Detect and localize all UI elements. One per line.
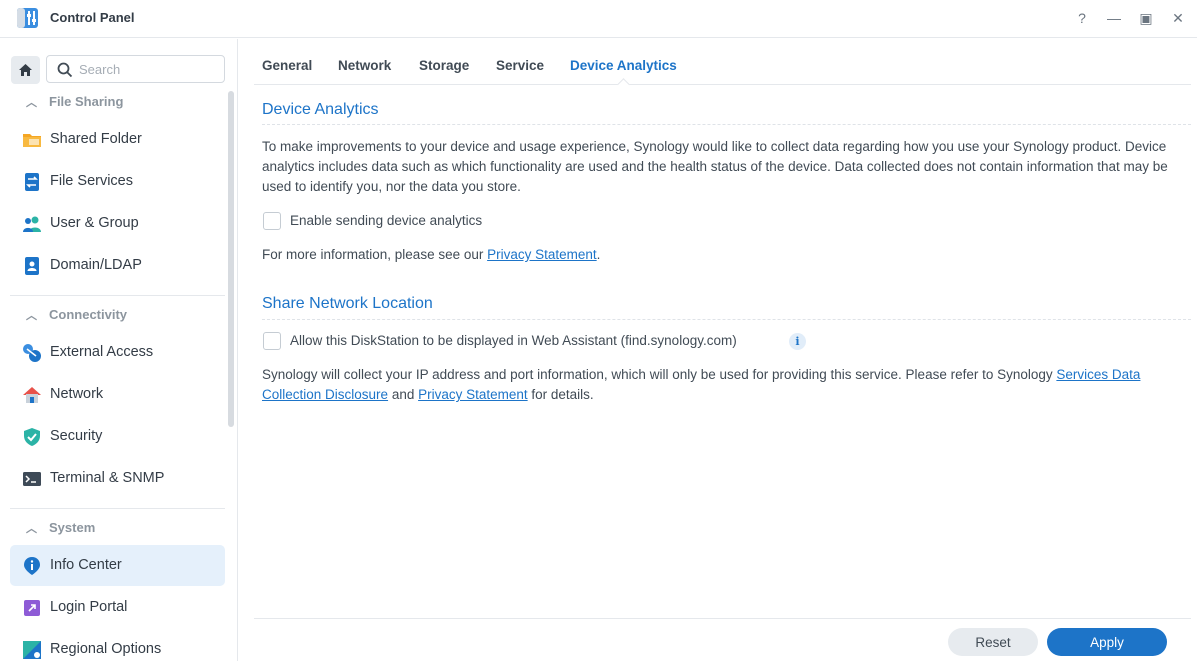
network-house-icon — [23, 387, 41, 403]
more-info-suffix: . — [596, 247, 601, 262]
info-icon[interactable]: i — [789, 333, 806, 350]
file-services-icon — [25, 173, 39, 191]
folder-icon — [23, 134, 41, 147]
sidebar-item-login-portal[interactable]: Login Portal — [10, 587, 225, 628]
tab-device-analytics[interactable]: Device Analytics — [570, 58, 677, 73]
info-center-icon — [24, 557, 40, 575]
apply-button[interactable]: Apply — [1047, 628, 1167, 656]
sidebar-item-file-services[interactable]: File Services — [10, 161, 225, 202]
regional-options-icon — [23, 641, 41, 659]
search-input[interactable] — [79, 61, 219, 78]
sidebar-item-regional-options[interactable]: Regional Options — [10, 629, 225, 661]
tab-storage[interactable]: Storage — [419, 58, 469, 73]
sidebar-item-label: Login Portal — [50, 599, 128, 615]
group-header-system[interactable]: ︿ System — [26, 520, 95, 538]
tab-general[interactable]: General — [262, 58, 312, 73]
section-title-share-network-location: Share Network Location — [262, 295, 433, 312]
section-title-device-analytics: Device Analytics — [262, 101, 379, 118]
sidebar-item-label: File Services — [50, 173, 133, 189]
chevron-up-icon: ︿ — [26, 97, 37, 109]
external-access-icon — [23, 344, 41, 362]
enable-device-analytics-label[interactable]: Enable sending device analytics — [290, 213, 482, 228]
sidebar-item-user-group[interactable]: User & Group — [10, 203, 225, 244]
group-header-file-sharing[interactable]: ︿ File Sharing — [26, 94, 123, 112]
allow-web-assistant-label[interactable]: Allow this DiskStation to be displayed i… — [290, 333, 737, 348]
sidebar-item-terminal-snmp[interactable]: Terminal & SNMP — [10, 458, 225, 499]
sidebar-item-label: Terminal & SNMP — [50, 470, 165, 486]
tab-network[interactable]: Network — [338, 58, 391, 73]
sidebar-item-domain-ldap[interactable]: Domain/LDAP — [10, 245, 225, 286]
terminal-icon — [23, 472, 41, 486]
control-panel-app-icon — [17, 8, 38, 28]
tab-divider — [254, 84, 1191, 85]
help-icon[interactable]: ? — [1073, 9, 1091, 27]
title-bar: Control Panel ? — ▣ ✕ — [0, 0, 1197, 38]
share-network-note: Synology will collect your IP address an… — [262, 365, 1182, 405]
tab-service[interactable]: Service — [496, 58, 544, 73]
sidebar-item-shared-folder[interactable]: Shared Folder — [10, 119, 225, 160]
privacy-statement-link-2[interactable]: Privacy Statement — [418, 387, 528, 402]
tab-bar: General Network Storage Service Device A… — [238, 39, 1197, 85]
sidebar-item-security[interactable]: Security — [10, 416, 225, 457]
sidebar-item-label: Shared Folder — [50, 131, 142, 147]
chevron-up-icon: ︿ — [26, 523, 37, 535]
home-icon — [19, 64, 32, 76]
sidebar-item-label: Regional Options — [50, 641, 162, 657]
window-title: Control Panel — [50, 10, 135, 25]
device-analytics-description: To make improvements to your device and … — [262, 139, 1168, 194]
note-prefix: Synology will collect your IP address an… — [262, 367, 1057, 382]
search-icon — [57, 62, 73, 78]
section-divider — [262, 319, 1191, 320]
sidebar-item-label: Info Center — [50, 557, 122, 573]
enable-device-analytics-checkbox[interactable] — [263, 212, 281, 230]
allow-web-assistant-checkbox[interactable] — [263, 332, 281, 350]
sidebar-item-info-center[interactable]: Info Center — [10, 545, 225, 586]
sidebar: ︿ File Sharing Shared Folder File Service… — [0, 39, 238, 661]
sidebar-item-label: User & Group — [50, 215, 139, 231]
maximize-icon[interactable]: ▣ — [1137, 9, 1155, 27]
sidebar-item-label: Domain/LDAP — [50, 257, 142, 273]
group-label: Connectivity — [49, 307, 128, 322]
sidebar-scrollbar[interactable] — [228, 91, 234, 427]
more-info-prefix: For more information, please see our — [262, 247, 488, 262]
group-label: System — [49, 520, 96, 535]
note-and: and — [388, 387, 419, 402]
user-group-icon — [23, 216, 41, 232]
footer-divider — [254, 618, 1191, 619]
note-suffix: for details. — [527, 387, 594, 402]
sidebar-item-label: Security — [50, 428, 103, 444]
minimize-icon[interactable]: — — [1105, 9, 1123, 27]
privacy-statement-link[interactable]: Privacy Statement — [487, 247, 597, 262]
close-icon[interactable]: ✕ — [1169, 9, 1187, 27]
more-info-text: For more information, please see our Pri… — [262, 245, 1182, 265]
chevron-up-icon: ︿ — [26, 310, 37, 322]
group-divider — [10, 508, 225, 509]
shield-icon — [24, 428, 40, 446]
reset-button[interactable]: Reset — [948, 628, 1038, 656]
group-label: File Sharing — [49, 94, 124, 109]
sidebar-item-label: External Access — [50, 344, 154, 360]
search-box[interactable] — [46, 55, 225, 83]
section-divider — [262, 124, 1191, 125]
sidebar-item-network[interactable]: Network — [10, 374, 225, 415]
domain-ldap-icon — [25, 257, 39, 275]
home-button[interactable] — [11, 56, 40, 84]
sidebar-item-label: Network — [50, 386, 104, 402]
sidebar-item-external-access[interactable]: External Access — [10, 332, 225, 373]
group-divider — [10, 295, 225, 296]
group-header-connectivity[interactable]: ︿ Connectivity — [26, 307, 127, 325]
login-portal-icon — [24, 600, 40, 616]
